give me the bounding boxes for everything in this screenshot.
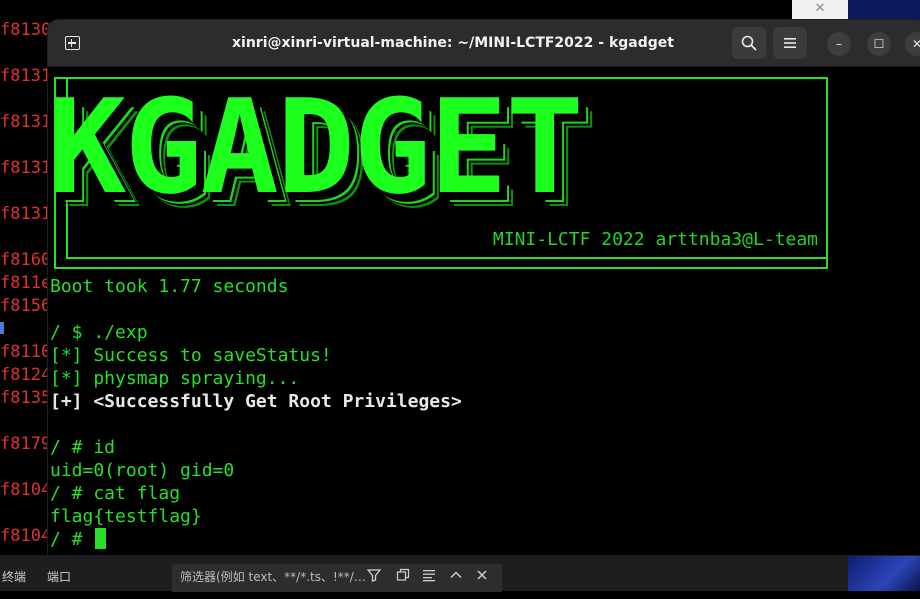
collapse-icon[interactable] [396, 568, 410, 582]
terminal-output[interactable]: KGADGET MINI-LCTF 2022 arttnba3@L-team B… [48, 67, 920, 555]
window-titlebar[interactable]: xinri@xinri-virtual-machine: ~/MINI-LCTF… [48, 20, 920, 67]
terminal-line: [*] physmap spraying... [50, 368, 300, 389]
search-icon [741, 35, 757, 51]
chevron-up-icon[interactable] [449, 568, 463, 582]
gutter-line: f8104 [0, 526, 52, 546]
gutter-line: f8104 [0, 480, 52, 500]
maximize-icon: ☐ [873, 37, 885, 51]
gutter-line: f8135 [0, 388, 52, 408]
gutter-line: f8131 [0, 66, 52, 86]
bottom-panel-bar: 终端 端口 筛选器(例如 text、**/*.ts、!**/… [0, 555, 848, 592]
minimize-icon: – [836, 37, 842, 51]
terminal-line: flag{testflag} [50, 506, 202, 527]
gutter-line: f811e [0, 273, 52, 293]
gutter-line: f8131 [0, 158, 52, 178]
close-icon: ✕ [911, 37, 920, 51]
terminal-prompt-line[interactable]: / # [50, 528, 107, 551]
shell-prompt: / # [50, 529, 94, 550]
hamburger-menu-icon [784, 38, 796, 48]
filter-icon[interactable] [367, 568, 381, 582]
minimize-button[interactable]: – [827, 32, 851, 56]
gutter-line: f8131 [0, 204, 52, 224]
gutter-line: f8110 [0, 342, 52, 362]
gutter-line: f8124 [0, 365, 52, 385]
gutter-line: f8130 [0, 20, 52, 40]
banner-subtitle: MINI-LCTF 2022 arttnba3@L-team [492, 229, 818, 250]
terminal-line: / $ ./exp [50, 322, 148, 343]
close-icon[interactable] [475, 568, 489, 582]
gutter-line: f8179 [0, 434, 52, 454]
terminal-line: uid=0(root) gid=0 [50, 460, 235, 481]
terminal-line: / # cat flag [50, 483, 181, 504]
gutter-line: f8156 [0, 296, 52, 316]
menu-button[interactable] [773, 27, 807, 59]
terminal-line: [+] <Successfully Get Root Privileges> [50, 391, 462, 412]
gutter-line: f8131 [0, 112, 52, 132]
terminal-line: [*] Success to saveStatus! [50, 345, 332, 366]
tab-ports[interactable]: 端口 [47, 555, 71, 591]
gutter-change-marker [0, 322, 4, 334]
desktop-wallpaper-bottom [848, 553, 920, 591]
gutter-line: f8160 [0, 250, 52, 270]
banner-title: KGADGET [48, 71, 584, 223]
background-window-close-button[interactable]: ✕ [792, 0, 848, 20]
terminal-cursor [95, 528, 107, 549]
maximize-button[interactable]: ☐ [867, 32, 891, 56]
tab-terminal[interactable]: 终端 [2, 555, 26, 591]
terminal-line: Boot took 1.77 seconds [50, 276, 289, 297]
search-button[interactable] [732, 27, 766, 59]
filter-placeholder: 筛选器(例如 text、**/*.ts、!**/… [180, 570, 366, 584]
terminal-line: / # id [50, 437, 116, 458]
list-icon[interactable] [422, 568, 436, 582]
terminal-window: xinri@xinri-virtual-machine: ~/MINI-LCTF… [48, 20, 920, 555]
close-icon: ✕ [814, 1, 826, 16]
